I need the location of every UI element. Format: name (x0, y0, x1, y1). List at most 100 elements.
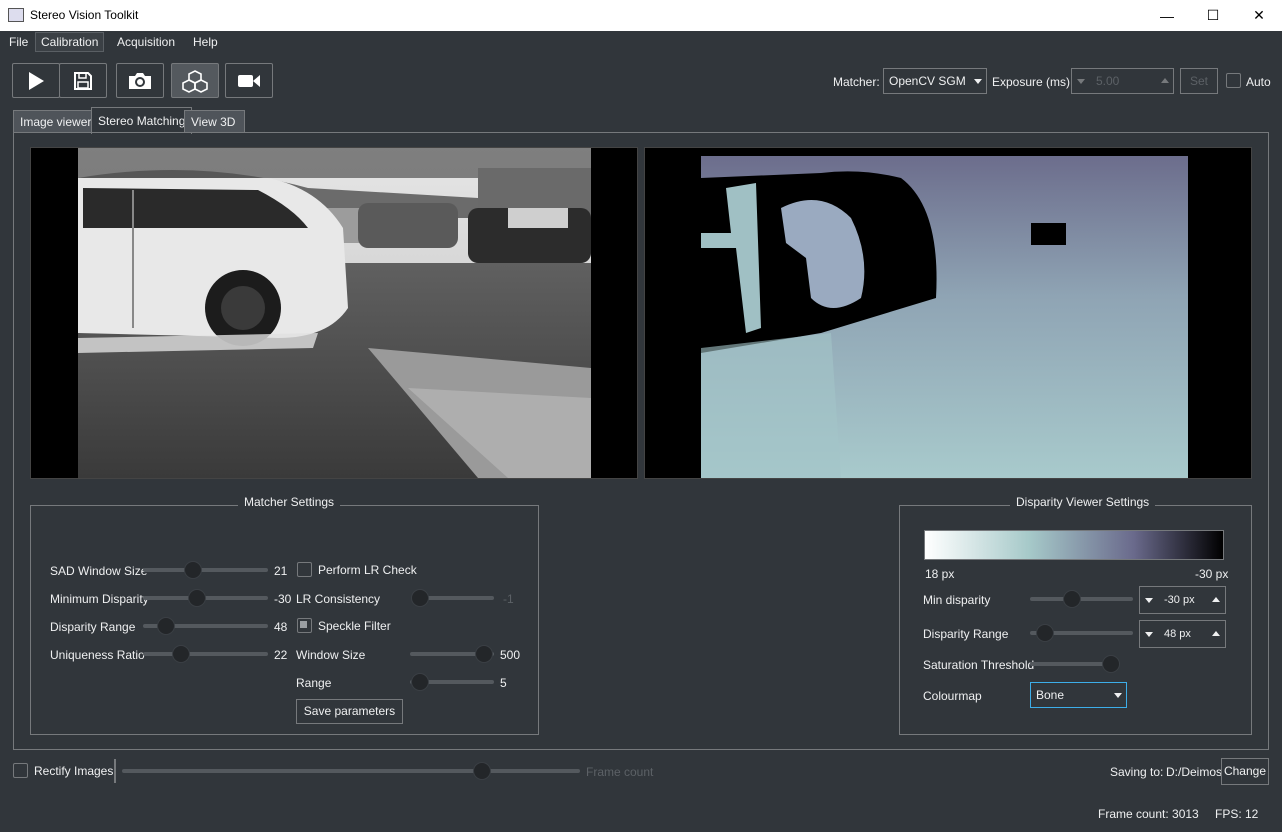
range-label: Range (296, 676, 332, 690)
perform-lr-check-checkbox[interactable] (297, 562, 312, 577)
min-disparity-value: -30 px (1164, 594, 1195, 606)
rectify-images-checkbox[interactable] (13, 763, 28, 778)
min-disparity-slider-handle[interactable] (1063, 590, 1081, 608)
disparity-view (644, 147, 1252, 479)
matcher-slider-handle[interactable] (156, 617, 175, 635)
min-disparity-label: Min disparity (923, 593, 991, 607)
spin-up-icon (1212, 631, 1220, 636)
colourmap-select[interactable]: Bone (1030, 682, 1127, 708)
matcher-slider-handle[interactable] (171, 645, 190, 663)
record-video-button[interactable] (225, 63, 273, 98)
minimize-button[interactable]: — (1144, 0, 1190, 31)
spin-up-icon (1161, 78, 1169, 83)
auto-label: Auto (1246, 75, 1271, 89)
app-icon (8, 8, 24, 22)
disparity-range-slider-handle[interactable] (1036, 624, 1054, 642)
title-bar: Stereo Vision Toolkit — ☐ ✕ (0, 0, 1282, 31)
menu-help[interactable]: Help (188, 33, 223, 51)
left-camera-image (78, 148, 591, 478)
lr-consistency-value: -1 (503, 592, 514, 606)
disparity-range-label: Disparity Range (923, 627, 1009, 641)
spin-down-icon (1077, 79, 1085, 84)
stereo-match-button[interactable] (171, 63, 219, 98)
exposure-value: 5.00 (1096, 74, 1120, 88)
saturation-threshold-label: Saturation Threshold (923, 658, 1035, 672)
spin-up-icon (1212, 597, 1220, 602)
save-icon (74, 71, 92, 90)
min-disparity-slider-track[interactable] (1030, 597, 1133, 601)
matcher-slider-label: Disparity Range (50, 620, 136, 634)
lr-consistency-slider-handle[interactable] (411, 589, 429, 607)
capture-button[interactable] (116, 63, 164, 98)
cubes-icon (182, 69, 208, 93)
spin-down-icon (1145, 598, 1153, 603)
window-title: Stereo Vision Toolkit (30, 8, 139, 22)
video-icon (238, 74, 260, 87)
saving-to-label: Saving to: (1110, 765, 1164, 779)
frame-count-status: Frame count: 3013 (1098, 807, 1199, 821)
matcher-label: Matcher: (833, 75, 880, 89)
chevron-down-icon (1114, 693, 1122, 698)
colourmap-value: Bone (1036, 688, 1065, 702)
matcher-slider-value: -30 (274, 592, 292, 606)
play-button[interactable] (12, 63, 60, 98)
colourbar-max-label: -30 px (1195, 567, 1229, 581)
matcher-slider-label: Minimum Disparity (50, 592, 149, 606)
matcher-settings-title: Matcher Settings (238, 495, 341, 509)
range-slider-handle[interactable] (411, 673, 429, 691)
matcher-slider-label: SAD Window Size (50, 564, 148, 578)
matcher-value: OpenCV SGM (889, 74, 966, 88)
speckle-filter-checkbox[interactable] (297, 618, 312, 633)
min-disparity-spinbox[interactable]: -30 px (1139, 586, 1226, 614)
menu-calibration[interactable]: Calibration (35, 32, 105, 52)
exposure-spinbox[interactable]: 5.00 (1071, 68, 1174, 94)
disparity-viewer-settings-title: Disparity Viewer Settings (1010, 495, 1156, 509)
set-exposure-button[interactable]: Set (1180, 68, 1218, 94)
range-value: 5 (500, 676, 507, 690)
save-button[interactable] (59, 63, 107, 98)
speckle-filter-label: Speckle Filter (318, 619, 391, 633)
colourmap-label: Colourmap (923, 689, 982, 703)
play-icon (29, 71, 44, 90)
matcher-slider-track[interactable] (143, 652, 268, 656)
minimize-icon: — (1160, 7, 1174, 24)
rectify-images-label: Rectify Images (34, 764, 114, 778)
matcher-select[interactable]: OpenCV SGM (883, 68, 987, 94)
frame-count-slider-label: Frame count (586, 765, 654, 779)
matcher-slider-handle[interactable] (187, 589, 206, 607)
menu-acquisition[interactable]: Acquisition (112, 33, 180, 51)
tab-image-viewer[interactable]: Image viewer (13, 110, 99, 133)
window-size-value: 500 (500, 648, 521, 662)
saturation-slider-handle[interactable] (1102, 655, 1120, 673)
close-icon: ✕ (1253, 7, 1265, 23)
spin-down-icon (1145, 632, 1153, 637)
matcher-slider-value: 22 (274, 648, 288, 662)
matcher-slider-label: Uniqueness Ratio (50, 648, 145, 662)
matcher-slider-track[interactable] (143, 568, 268, 572)
matcher-slider-value: 21 (274, 564, 288, 578)
frame-slider-track[interactable] (122, 769, 580, 773)
change-path-button[interactable]: Change (1221, 758, 1269, 785)
splitter-handle[interactable] (114, 759, 116, 783)
frame-slider-handle[interactable] (473, 762, 491, 780)
auto-exposure-checkbox[interactable] (1226, 73, 1241, 88)
matcher-slider-handle[interactable] (183, 561, 202, 579)
tab-view-3d[interactable]: View 3D (184, 110, 245, 133)
disparity-range-value: 48 px (1164, 628, 1191, 640)
saving-path: D:/Deimos (1166, 765, 1223, 779)
window-size-label: Window Size (296, 648, 366, 662)
perform-lr-check-label: Perform LR Check (318, 563, 417, 577)
maximize-button[interactable]: ☐ (1190, 0, 1236, 31)
fps-status: FPS: 12 (1215, 807, 1259, 821)
exposure-label: Exposure (ms) (992, 75, 1071, 89)
matcher-slider-value: 48 (274, 620, 288, 634)
camera-icon (129, 72, 151, 89)
lr-consistency-label: LR Consistency (296, 592, 381, 606)
save-parameters-button[interactable]: Save parameters (296, 699, 403, 724)
menu-file[interactable]: File (4, 33, 33, 51)
chevron-down-icon (974, 79, 982, 84)
disparity-range-spinbox[interactable]: 48 px (1139, 620, 1226, 648)
tab-stereo-matching[interactable]: Stereo Matching (91, 107, 193, 134)
window-size-slider-handle[interactable] (475, 645, 493, 663)
close-button[interactable]: ✕ (1236, 0, 1282, 31)
